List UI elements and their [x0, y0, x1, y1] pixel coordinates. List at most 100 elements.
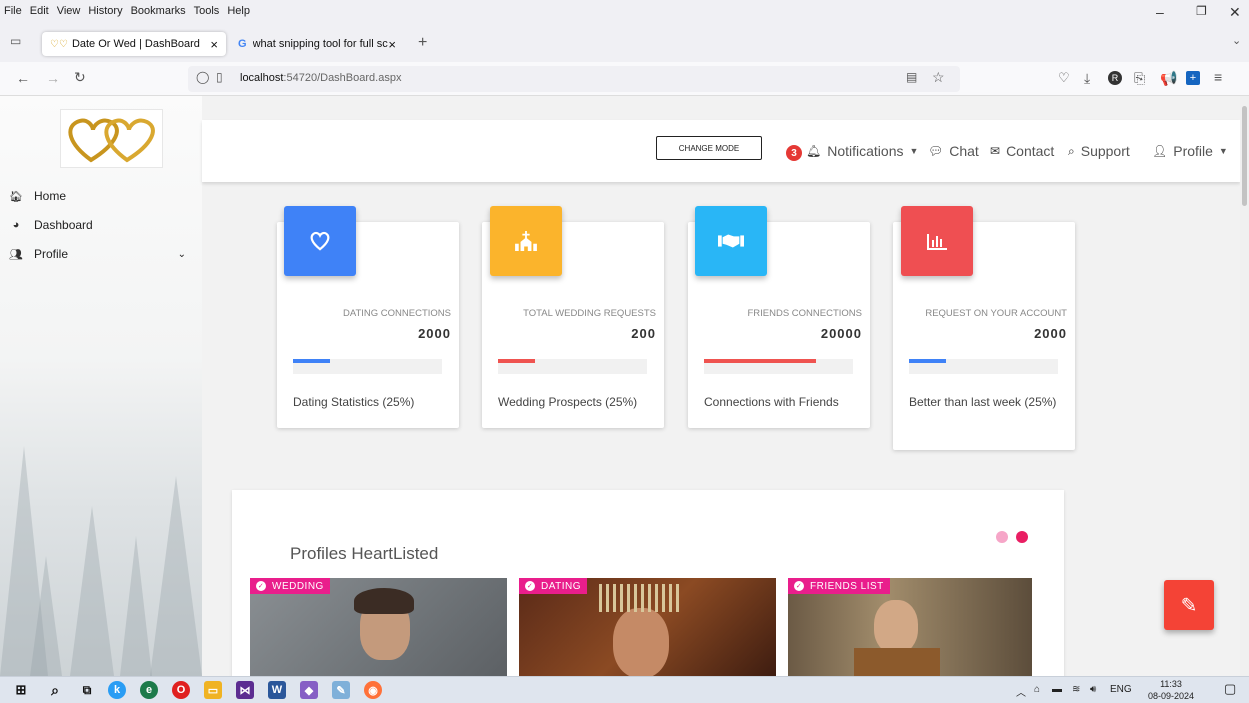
site-logo[interactable] [60, 109, 163, 168]
progress-fill [293, 359, 331, 363]
bookmark-star-icon[interactable]: ☆ [932, 69, 945, 86]
megaphone-icon[interactable]: 📢 [1160, 70, 1177, 87]
new-tab-button[interactable]: + [418, 34, 427, 52]
app-menu-icon[interactable]: ≡ [1214, 69, 1222, 85]
heart-logo-icon: ♡♡ [50, 38, 68, 50]
page-scrollbar[interactable] [1240, 96, 1249, 676]
profile-tag: ✓ DATING [519, 578, 588, 594]
tray-chevron-icon[interactable]: ︿ [1016, 684, 1026, 699]
progress-track [704, 359, 853, 374]
download-icon[interactable]: ⤓ [1084, 70, 1090, 87]
sidebar-item-profile[interactable]: 👥︎ Profile ⌄ [8, 247, 186, 261]
support-link[interactable]: ⌕ Support [1068, 143, 1130, 159]
task-view-icon[interactable]: ⧉ [78, 681, 96, 699]
opera-icon[interactable]: O [172, 681, 190, 699]
tray-battery-icon[interactable]: ▬ [1052, 684, 1062, 695]
menu-view[interactable]: View [57, 5, 81, 17]
back-icon[interactable]: ← [16, 70, 30, 86]
chat-link[interactable]: 💬︎ Chat [928, 143, 979, 159]
file-explorer-icon[interactable]: ▭ [204, 681, 222, 699]
profile-tag: ✓ FRIENDS LIST [788, 578, 890, 594]
firefox-icon[interactable]: ◉ [364, 681, 382, 699]
tab-overview-icon[interactable]: ▭ [10, 34, 21, 48]
word-icon[interactable]: W [268, 681, 286, 699]
add-extension-icon[interactable]: + [1186, 71, 1200, 85]
bar-chart-icon [927, 234, 947, 250]
list-tabs-icon[interactable]: ⌄ [1232, 34, 1241, 47]
progress-track [293, 359, 442, 374]
card-icon-tile [284, 206, 356, 276]
profile-menu[interactable]: 👤︎ Profile ▼ [1152, 143, 1228, 159]
close-window-icon[interactable]: ✕ [1229, 4, 1241, 21]
tab-date-or-wed[interactable]: ♡♡ Date Or Wed | DashBoard × [42, 32, 226, 56]
visual-studio-icon[interactable]: ⋈ [236, 681, 254, 699]
tab-close-icon[interactable]: × [388, 37, 396, 52]
shield-icon[interactable]: ◯ [196, 70, 209, 84]
notifications-menu[interactable]: 🔔︎ Notifications ▼ [806, 143, 918, 159]
menu-help[interactable]: Help [227, 5, 250, 17]
top-navbar: CHANGE MODE 3 🔔︎ Notifications ▼ 💬︎ Chat… [202, 120, 1240, 182]
vs-installer-icon[interactable]: ◆ [300, 681, 318, 699]
heart-icon [310, 231, 330, 251]
tab-close-icon[interactable]: × [210, 37, 218, 52]
profiles-section: Profiles HeartListed ✓ WEDDING ✓ DATING ✓ F… [232, 490, 1064, 676]
sidebar-item-label: Home [34, 189, 67, 203]
clock[interactable]: 11:33 08-09-2024 [1144, 678, 1198, 702]
profile-tag: ✓ WEDDING [250, 578, 330, 594]
url-path: :54720/DashBoard.aspx [283, 72, 402, 84]
card-footer: Better than last week (25%) [909, 395, 1057, 409]
card-value: 2000 [418, 326, 451, 341]
tab-bar: ▭ ♡♡ Date Or Wed | DashBoard × G what sn… [0, 22, 1249, 62]
card-icon-tile [490, 206, 562, 276]
menu-file[interactable]: File [4, 5, 22, 17]
carousel-next-button[interactable] [1016, 531, 1028, 543]
dashboard-icon: ◕ [12, 219, 20, 231]
menu-history[interactable]: History [88, 5, 122, 17]
edge-icon[interactable]: e [140, 681, 158, 699]
tray-wifi-icon[interactable]: ≋ [1072, 684, 1080, 695]
contact-link[interactable]: ✉ Contact [990, 143, 1054, 159]
forward-icon[interactable]: → [46, 70, 60, 86]
tab-google-search[interactable]: G what snipping tool for full scree × [230, 32, 404, 56]
main-content: CHANGE MODE 3 🔔︎ Notifications ▼ 💬︎ Chat… [202, 96, 1240, 676]
card-icon-tile [695, 206, 767, 276]
extension-icon[interactable]: R [1108, 71, 1122, 85]
minimize-icon[interactable]: – [1156, 4, 1164, 20]
profile-card-dating[interactable]: ✓ DATING [519, 578, 776, 676]
paint-icon[interactable]: ✎ [332, 681, 350, 699]
menu-bar: File Edit View History Bookmarks Tools H… [0, 0, 1249, 22]
profile-card-wedding[interactable]: ✓ WEDDING [250, 578, 507, 676]
scrollbar-thumb[interactable] [1242, 106, 1247, 206]
share-icon[interactable]: ⎘ [1134, 70, 1145, 87]
pocket-icon[interactable]: ♡ [1058, 70, 1070, 86]
page-icon[interactable]: ▯ [216, 70, 223, 84]
check-circle-icon: ✓ [794, 581, 804, 591]
google-icon: G [238, 38, 247, 50]
edit-fab-button[interactable]: ✎ [1164, 580, 1214, 630]
reload-icon[interactable]: ↻ [74, 69, 86, 86]
profile-card-friends[interactable]: ✓ FRIENDS LIST [788, 578, 1032, 676]
windows-start-icon[interactable]: ⊞ [12, 681, 30, 699]
url-bar[interactable]: ◯ ▯ localhost:54720/DashBoard.aspx ▤ ☆ [188, 66, 960, 92]
carousel-prev-button[interactable] [996, 531, 1008, 543]
pencil-icon: ✎ [1180, 594, 1198, 617]
tag-label: WEDDING [272, 580, 324, 592]
language-indicator[interactable]: ENG [1110, 684, 1132, 695]
restore-icon[interactable]: ❐ [1196, 4, 1207, 18]
change-mode-button[interactable]: CHANGE MODE [656, 136, 762, 160]
sidebar-item-home[interactable]: 🏠︎ Home [8, 189, 66, 203]
sidebar-item-dashboard[interactable]: ◕ Dashboard [8, 218, 93, 232]
search-icon[interactable]: ⌕ [46, 681, 64, 699]
reader-view-icon[interactable]: ▤ [906, 70, 917, 84]
users-icon: 👥︎ [9, 248, 23, 261]
tray-network-icon[interactable]: ⌂ [1034, 684, 1040, 695]
app-k-icon[interactable]: k [108, 681, 126, 699]
menu-bookmarks[interactable]: Bookmarks [131, 5, 186, 17]
menu-edit[interactable]: Edit [30, 5, 49, 17]
tray-volume-icon[interactable]: 🔊︎ [1090, 684, 1096, 695]
contact-label: Contact [1006, 143, 1055, 159]
check-circle-icon: ✓ [525, 581, 535, 591]
bell-icon: 🔔︎ [806, 144, 822, 158]
menu-tools[interactable]: Tools [194, 5, 220, 17]
notification-center-icon[interactable]: ▢ [1224, 681, 1236, 697]
